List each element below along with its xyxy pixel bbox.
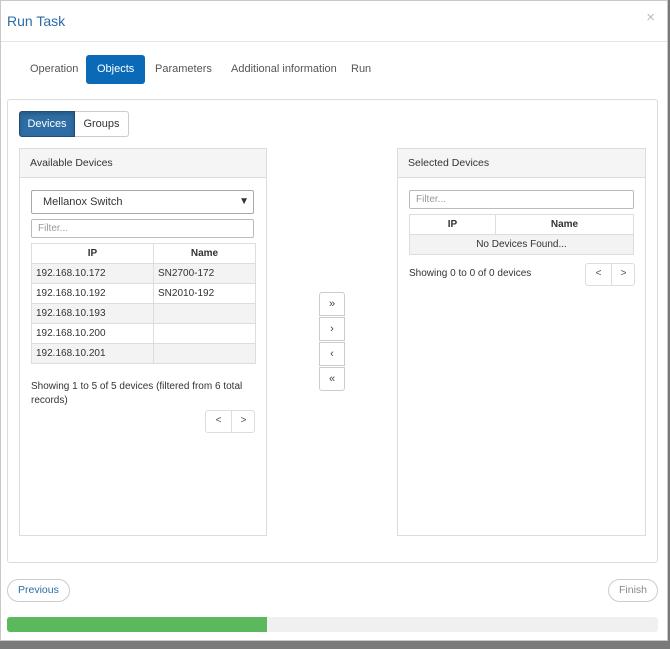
available-info-text: Showing 1 to 5 of 5 devices (filtered fr… [31, 381, 243, 406]
run-task-modal: Run Task × Operation Objects Parameters … [0, 0, 668, 641]
selected-info-text: Showing 0 to 0 of 0 devices [409, 268, 532, 279]
selected-devices-heading: Selected Devices [398, 149, 645, 178]
caret-down-icon: ▼ [239, 196, 249, 207]
modal-title: Run Task [7, 13, 66, 29]
wizard-progress-bar [7, 617, 658, 632]
available-filter-input[interactable] [31, 219, 254, 238]
tab-parameters[interactable]: Parameters [144, 55, 223, 84]
selected-pager: < > [585, 263, 635, 286]
remove-all-button[interactable]: « [319, 367, 345, 391]
table-row[interactable]: 192.168.10.193 [31, 303, 256, 324]
tab-run[interactable]: Run [340, 55, 382, 84]
tab-additional-information[interactable]: Additional information [220, 55, 348, 84]
cell-ip: 192.168.10.200 [31, 323, 154, 344]
tab-operation[interactable]: Operation [19, 55, 89, 84]
cell-name [153, 323, 256, 344]
column-header-ip[interactable]: IP [409, 214, 496, 235]
cell-name [153, 303, 256, 324]
next-page-button[interactable]: > [611, 264, 636, 285]
available-pager: < > [205, 410, 255, 433]
cell-name: SN2010-192 [153, 283, 256, 304]
previous-button[interactable]: Previous [7, 579, 70, 602]
selected-filter-input[interactable] [409, 190, 634, 209]
cell-name [153, 343, 256, 364]
device-type-value: Mellanox Switch [43, 196, 123, 208]
finish-button[interactable]: Finish [608, 579, 659, 602]
available-devices-table: IP Name 192.168.10.172 SN2700-172 192.16… [31, 243, 256, 364]
modal-header: Run Task × [1, 1, 667, 42]
tab-objects[interactable]: Objects [86, 55, 146, 84]
progress-fill [7, 617, 268, 632]
close-icon[interactable]: × [646, 10, 655, 25]
cell-ip: 192.168.10.192 [31, 283, 154, 304]
available-devices-heading: Available Devices [20, 149, 266, 178]
table-row: No Devices Found... [409, 234, 634, 255]
empty-table-message: No Devices Found... [409, 234, 634, 255]
previous-page-button[interactable]: < [206, 411, 232, 432]
devices-toggle-button[interactable]: Devices [19, 111, 75, 137]
table-row[interactable]: 192.168.10.192 SN2010-192 [31, 283, 256, 304]
table-row[interactable]: 192.168.10.200 [31, 323, 256, 344]
column-header-name[interactable]: Name [153, 243, 256, 264]
previous-page-button[interactable]: < [586, 264, 612, 285]
add-all-button[interactable]: » [319, 292, 345, 316]
wizard-body: Devices Groups Available Devices Mellano… [7, 99, 658, 563]
add-selected-button[interactable]: › [319, 317, 345, 341]
cell-ip: 192.168.10.201 [31, 343, 154, 364]
selected-devices-table: IP Name No Devices Found... [409, 214, 634, 255]
cell-ip: 192.168.10.193 [31, 303, 154, 324]
column-header-name[interactable]: Name [495, 214, 634, 235]
next-page-button[interactable]: > [231, 411, 256, 432]
groups-toggle-button[interactable]: Groups [75, 111, 129, 137]
table-row[interactable]: 192.168.10.172 SN2700-172 [31, 263, 256, 284]
cell-ip: 192.168.10.172 [31, 263, 154, 284]
column-header-ip[interactable]: IP [31, 243, 154, 264]
remove-selected-button[interactable]: ‹ [319, 342, 345, 366]
available-devices-panel: Available Devices Mellanox Switch ▼ IP N… [19, 148, 267, 536]
device-type-select[interactable]: Mellanox Switch ▼ [31, 190, 254, 214]
cell-name: SN2700-172 [153, 263, 256, 284]
selected-devices-panel: Selected Devices IP Name No Devices Foun… [397, 148, 646, 536]
table-row[interactable]: 192.168.10.201 [31, 343, 256, 364]
